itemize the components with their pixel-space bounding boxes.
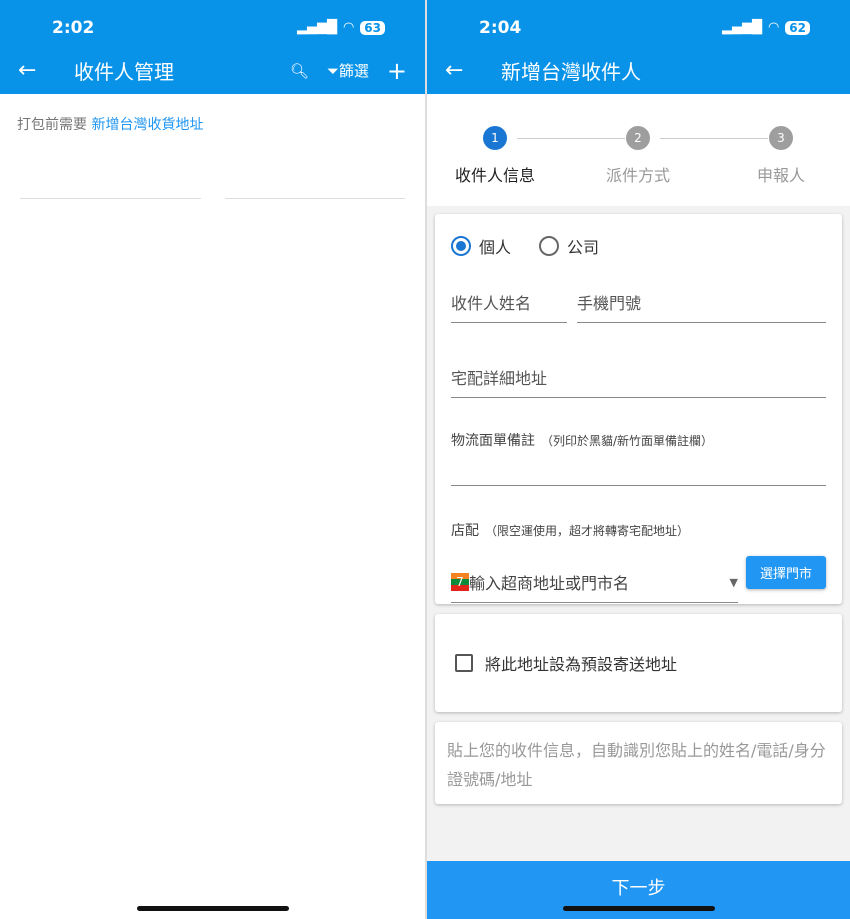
radio-unchecked-icon — [539, 236, 560, 256]
filter-icon: ⏷ — [326, 62, 339, 80]
filter-button[interactable]: ⏷篩選 — [327, 60, 369, 81]
home-indicator — [562, 906, 715, 911]
tab-lines — [0, 154, 425, 199]
back-arrow-icon[interactable]: ← — [18, 58, 74, 83]
radio-label: 個人 — [479, 238, 512, 257]
step-label: 申報人 — [756, 166, 805, 185]
seven-eleven-logo-icon: 7 — [451, 573, 469, 591]
wifi-icon: ◠ — [767, 20, 780, 35]
step-number: 1 — [483, 126, 507, 150]
step-label: 收件人信息 — [454, 166, 535, 185]
home-indicator — [136, 906, 289, 911]
store-select[interactable]: 7 輸入超商地址或門市名 ▼ — [451, 570, 738, 603]
note-label: 物流面單備註 （列印於黑貓/新竹面單備註欄） — [451, 430, 826, 450]
status-icons: ▂▄▆█ ◠ 62 — [722, 20, 810, 35]
signal-icon: ▂▄▆█ — [721, 20, 762, 35]
radio-label: 公司 — [567, 238, 600, 257]
recipient-management-screen: 2:02 ▂▄▆█ ◠ 63 ← 收件人管理 🔍︎ ⏷篩選 + 打包前需要 新增台灣… — [0, 0, 425, 919]
page-title: 新增台灣收件人 — [501, 60, 641, 84]
default-address-card: 將此地址設為預設寄送地址 — [435, 614, 842, 712]
hint-label: 打包前需要 — [17, 117, 87, 133]
default-address-label[interactable]: 將此地址設為預設寄送地址 — [485, 651, 677, 675]
step-number: 2 — [626, 126, 650, 150]
recipient-name-input[interactable]: 收件人姓名 — [451, 290, 567, 323]
add-icon[interactable]: + — [387, 57, 407, 85]
radio-company[interactable]: 公司 — [539, 234, 599, 258]
phone-input[interactable]: 手機門號 — [577, 290, 826, 323]
radio-personal[interactable]: 個人 — [451, 234, 511, 258]
note-input[interactable] — [451, 450, 826, 486]
address-input[interactable]: 宅配詳細地址 — [451, 365, 826, 398]
store-placeholder: 輸入超商地址或門市名 — [469, 574, 630, 593]
note-label-text: 物流面單備註 — [451, 433, 535, 449]
step-3: 3 申報人 — [721, 126, 841, 186]
app-bar: 2:02 ▂▄▆█ ◠ 63 ← 收件人管理 🔍︎ ⏷篩選 + — [0, 0, 425, 94]
stepper: 1 收件人信息 2 派件方式 3 申報人 — [427, 94, 850, 206]
page-title: 收件人管理 — [74, 60, 174, 84]
back-arrow-icon[interactable]: ← — [445, 58, 501, 83]
status-icons: ▂▄▆█ ◠ 63 — [297, 20, 385, 35]
store-label: 店配 （限空運使用，超才將轉寄宅配地址） — [451, 520, 826, 540]
radio-checked-icon — [451, 236, 471, 256]
checkbox-icon[interactable] — [455, 654, 473, 672]
step-number: 3 — [769, 126, 793, 150]
step-1: 1 收件人信息 — [435, 126, 555, 186]
status-time: 2:02 — [52, 18, 95, 38]
add-address-link[interactable]: 新增台灣收貨地址 — [91, 117, 203, 133]
tab-line — [224, 198, 405, 199]
select-store-button[interactable]: 選擇門市 — [745, 556, 826, 589]
hint-text: 打包前需要 新增台灣收貨地址 — [0, 94, 425, 154]
paste-address-textarea[interactable]: 貼上您的收件信息，自動識別您貼上的姓名/電話/身分證號碼/地址 — [435, 722, 842, 804]
wifi-icon: ◠ — [342, 20, 355, 35]
status-time: 2:04 — [479, 18, 522, 38]
store-sublabel: （限空運使用，超才將轉寄宅配地址） — [485, 524, 690, 538]
step-label: 派件方式 — [605, 166, 670, 185]
step-2: 2 派件方式 — [578, 126, 698, 186]
note-sublabel: （列印於黑貓/新竹面單備註欄） — [541, 434, 714, 448]
recipient-form-card: 個人 公司 收件人姓名 手機門號 宅配詳細地址 物流面單備註 （列印於黑貓/新竹面… — [435, 214, 842, 604]
battery-icon: 63 — [360, 20, 385, 35]
filter-label: 篩選 — [338, 62, 369, 80]
battery-icon: 62 — [785, 20, 810, 35]
add-recipient-screen: 2:04 ▂▄▆█ ◠ 62 ← 新增台灣收件人 1 收件人信息 2 派件方式 3 申報人 … — [427, 0, 850, 919]
store-label-text: 店配 — [451, 523, 479, 539]
search-icon[interactable]: 🔍︎ — [290, 62, 309, 80]
dropdown-arrow-icon: ▼ — [729, 575, 738, 589]
app-bar: 2:04 ▂▄▆█ ◠ 62 ← 新增台灣收件人 — [427, 0, 850, 94]
signal-icon: ▂▄▆█ — [296, 20, 337, 35]
tab-line — [20, 198, 201, 199]
